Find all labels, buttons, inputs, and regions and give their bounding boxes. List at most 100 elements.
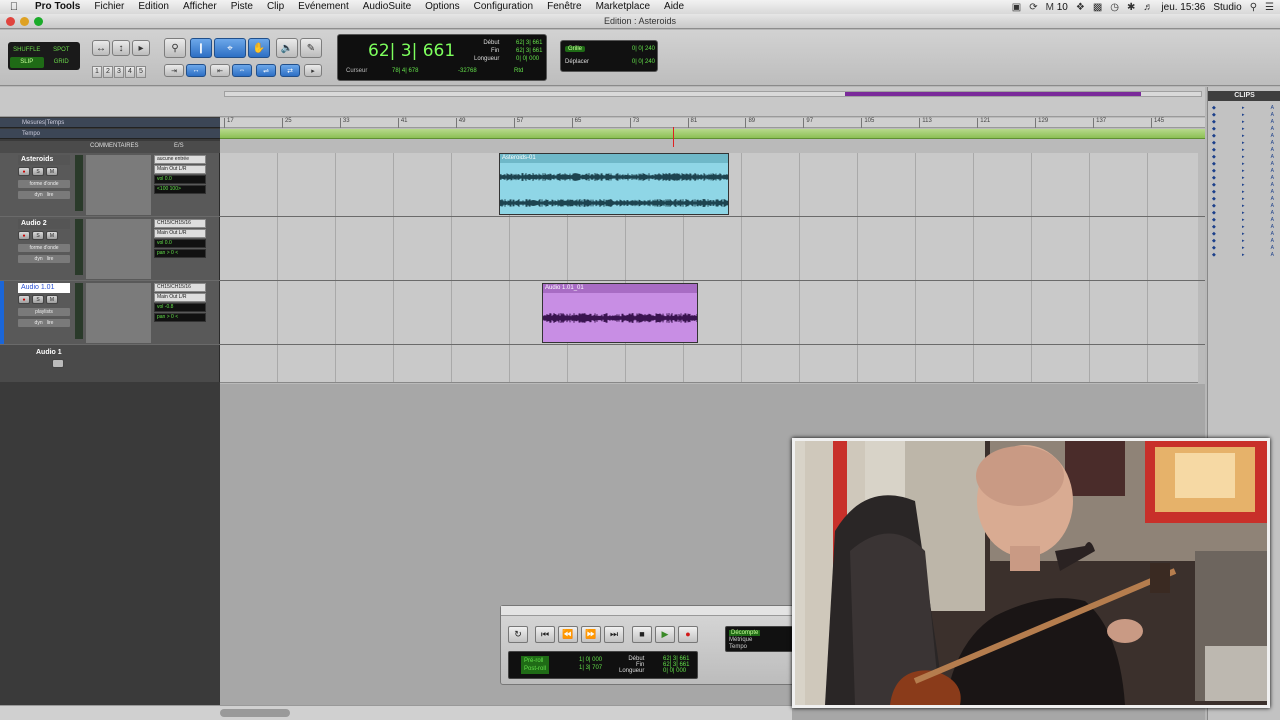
preroll-section[interactable]: Pré-roll Post-roll [521,656,550,674]
screen-icon[interactable]: ▣ [1012,2,1021,13]
slip-mode-button[interactable]: SLIP [10,56,44,68]
zoom-window-button[interactable] [34,17,43,26]
zoom-toggle-button[interactable]: ▸ [132,40,150,56]
input-selector[interactable]: CH15/CH15/16 [154,283,206,292]
length-value[interactable]: 0| 0| 000 [516,55,542,63]
mute-button[interactable]: M [46,167,58,176]
output-selector[interactable]: Main Out L/R [154,293,206,302]
zoom-preset-1[interactable]: 1 [92,66,102,78]
zoomer-tool-button[interactable]: ⚲ [164,38,186,58]
apple-menu-icon[interactable]:  [0,1,28,13]
horizontal-scrollbar[interactable] [0,705,792,720]
sync-icon[interactable]: ⟳ [1029,2,1037,13]
menu-app[interactable]: Pro Tools [28,0,87,14]
input-selector[interactable]: CH15/CH15/16 [154,219,206,228]
grabber-tool-button[interactable]: ✋ [248,38,270,58]
pan-display[interactable]: pan > 0 < [154,249,206,258]
volume-display[interactable]: vol 0.0 [154,239,206,248]
clip-list-item[interactable]: ◆ ▸ A [1212,210,1274,217]
close-window-button[interactable] [6,17,15,26]
menu-clip[interactable]: Clip [260,0,291,14]
pan-display[interactable]: pan > 0 < [154,313,206,322]
return-to-zero-button[interactable]: ⏮ [535,626,555,643]
clip-list-item[interactable]: ◆ ▸ A [1212,140,1274,147]
input-selector[interactable]: aucune entrée [154,155,206,164]
menu-audiosuite[interactable]: AudioSuite [356,0,418,14]
track-lane[interactable] [220,217,1198,280]
tempo-label[interactable]: Tempo [729,644,791,651]
menu-afficher[interactable]: Afficher [176,0,224,14]
track-lane[interactable] [220,281,1198,344]
playhead-marker[interactable] [673,127,674,147]
clip-list-item[interactable]: ◆ ▸ A [1212,119,1274,126]
automation-mode-selector[interactable]: dyn lire [18,191,70,199]
clip-list-item[interactable]: ◆ ▸ A [1212,147,1274,154]
menu-marketplace[interactable]: Marketplace [589,0,657,14]
solo-button[interactable]: S [32,167,44,176]
minimize-window-button[interactable] [20,17,29,26]
tempo-ruler-label[interactable]: Tempo [0,129,220,139]
output-selector[interactable]: Main Out L/R [154,229,206,238]
solo-button[interactable]: S [32,231,44,240]
track-name[interactable]: Audio 1 [36,349,62,356]
comments-field[interactable] [86,219,151,279]
pan-display[interactable]: <100 100> [154,185,206,194]
scrubber-tool-button[interactable]: 🔈 [276,38,298,58]
tempo-ruler-track[interactable] [220,129,1205,139]
stop-button[interactable]: ■ [632,626,652,643]
clip-list-item[interactable]: ◆ ▸ A [1212,105,1274,112]
grid-mode-button[interactable]: GRID [45,57,79,69]
zoom-preset-2[interactable]: 2 [103,66,113,78]
clip-list-item[interactable]: ◆ ▸ A [1212,175,1274,182]
menu-aide[interactable]: Aide [657,0,691,14]
track-view-selector[interactable]: forme d'onde [18,244,70,252]
track-name[interactable]: Asteroids [18,155,70,165]
status-counter[interactable]: M 10 [1046,2,1068,13]
notification-center-icon[interactable]: ☰ [1265,2,1274,13]
clip-list-item[interactable]: ◆ ▸ A [1212,252,1274,259]
pencil-tool-button[interactable]: ✎ [300,38,322,58]
display-icon[interactable]: ▩ [1093,2,1102,13]
track-view-selector[interactable]: forme d'onde [18,180,70,188]
record-enable-button[interactable]: ● [18,167,30,176]
track-header[interactable]: Audio 2 ● S M forme d'onde dyn lire CH15… [0,217,220,280]
universe-view[interactable] [224,91,1202,97]
clock[interactable]: jeu. 15:36 [1161,2,1205,13]
clip-list-item[interactable]: ◆ ▸ A [1212,231,1274,238]
menu-edition[interactable]: Edition [131,0,176,14]
clip-list-item[interactable]: ◆ ▸ A [1212,112,1274,119]
menu-configuration[interactable]: Configuration [467,0,540,14]
insertion-follows-button[interactable]: ⇔ [232,64,252,77]
clip-list-item[interactable]: ◆ ▸ A [1212,126,1274,133]
preroll-values[interactable]: 1| 0| 000 1| 3| 707 [579,656,602,672]
volume-display[interactable]: vol 0.0 [154,175,206,184]
clip-list-item[interactable]: ◆ ▸ A [1212,196,1274,203]
length-value[interactable]: 0| 0| 000 [663,668,689,674]
clip-list-item[interactable]: ◆ ▸ A [1212,133,1274,140]
link-track-button[interactable]: ⇤ [210,64,230,77]
track-header[interactable]: Audio 1.01 ● S M playlists dyn lire CH15… [0,281,220,344]
mute-button[interactable]: M [46,295,58,304]
record-enable-button[interactable]: ● [18,231,30,240]
clip-list-item[interactable]: ◆ ▸ A [1212,161,1274,168]
menu-fichier[interactable]: Fichier [87,0,131,14]
automation-mode-selector[interactable]: dyn lire [18,255,70,263]
record-enable-button[interactable]: ● [18,295,30,304]
comments-field[interactable] [86,283,151,343]
nudge-row[interactable]: Déplacer 0| 0| 240 [565,59,655,65]
mute-button[interactable]: M [46,231,58,240]
track-toggle-button[interactable] [52,359,64,368]
clip-list-item[interactable]: ◆ ▸ A [1212,217,1274,224]
time-machine-icon[interactable]: ◷ [1110,2,1119,13]
menu-fenetre[interactable]: Fenêtre [540,0,588,14]
countoff-button[interactable]: Décompte [729,630,761,636]
user-name[interactable]: Studio [1213,2,1241,13]
online-button[interactable]: ↻ [508,626,528,643]
clip-list-item[interactable]: ◆ ▸ A [1212,245,1274,252]
volume-icon[interactable]: ♬ [1143,2,1153,13]
fast-forward-button[interactable]: ⏩ [581,626,601,643]
dropbox-icon[interactable]: ❖ [1076,2,1085,13]
solo-button[interactable]: S [32,295,44,304]
spot-mode-button[interactable]: SPOT [45,44,79,56]
track-header[interactable]: Asteroids ● S M forme d'onde dyn lire au… [0,153,220,216]
